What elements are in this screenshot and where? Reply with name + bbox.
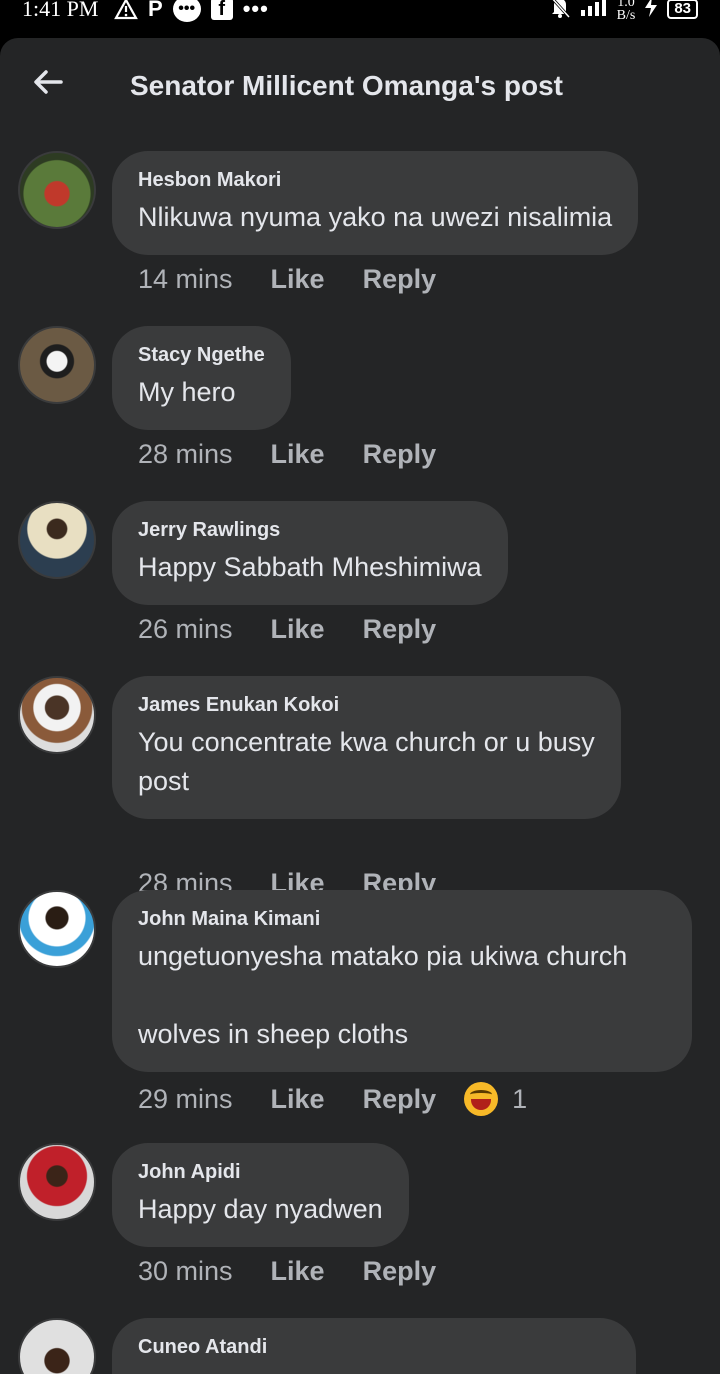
system-icons: 1.0 B/s 83 xyxy=(549,0,698,24)
status-time: 1:41 PM xyxy=(22,0,99,21)
p-app-icon: P xyxy=(148,0,163,21)
warning-icon xyxy=(114,0,138,20)
avatar[interactable] xyxy=(18,1143,96,1221)
comment-time[interactable]: 14 mins xyxy=(138,264,233,295)
comment-actions: 26 mins Like Reply xyxy=(138,614,436,645)
avatar[interactable] xyxy=(18,501,96,579)
avatar[interactable] xyxy=(18,151,96,229)
reply-button[interactable]: Reply xyxy=(363,439,437,470)
network-speed: 1.0 B/s xyxy=(616,0,636,23)
comment-bubble[interactable]: John Maina Kimani ungetuonyesha matako p… xyxy=(112,890,692,1072)
signal-icon xyxy=(579,0,609,23)
comment-text: Nlikuwa nyuma yako na uwezi nisalimia xyxy=(138,202,613,232)
battery-level: 83 xyxy=(667,0,698,19)
reaction-count: 1 xyxy=(512,1083,528,1114)
comment-author[interactable]: Hesbon Makori xyxy=(138,169,612,192)
charging-icon xyxy=(643,0,659,23)
comment-author[interactable]: Jerry Rawlings xyxy=(138,519,482,542)
comment-text: ungetuonyesha matako pia ukiwa church wo… xyxy=(138,941,628,1049)
avatar[interactable] xyxy=(18,890,96,968)
reply-button[interactable]: Reply xyxy=(363,264,437,295)
comment-text: My hero xyxy=(138,377,236,407)
reply-button[interactable]: Reply xyxy=(363,1256,437,1287)
comment-author[interactable]: James Enukan Kokoi xyxy=(138,694,595,717)
comment-bubble[interactable]: Cuneo Atandi xyxy=(112,1318,636,1374)
reply-button[interactable]: Reply xyxy=(363,1084,437,1115)
comment-bubble[interactable]: James Enukan Kokoi You concentrate kwa c… xyxy=(112,676,621,819)
haha-emoji-icon xyxy=(464,1082,499,1116)
comment-author[interactable]: John Apidi xyxy=(138,1161,383,1184)
arrow-left-icon[interactable] xyxy=(26,62,70,102)
like-button[interactable]: Like xyxy=(271,1256,325,1287)
comment-author[interactable]: Stacy Ngethe xyxy=(138,344,265,367)
avatar[interactable] xyxy=(18,1318,96,1374)
like-button[interactable]: Like xyxy=(271,614,325,645)
reaction-summary[interactable]: 1 xyxy=(464,1082,527,1116)
comment-time[interactable]: 26 mins xyxy=(138,614,233,645)
comment-time[interactable]: 29 mins xyxy=(138,1084,233,1115)
more-notifications-icon: ••• xyxy=(242,0,269,21)
status-bar: 1:41 PM P ••• f ••• 1.0 B/s 83 xyxy=(0,0,720,34)
facebook-icon: f xyxy=(210,0,233,20)
avatar[interactable] xyxy=(18,676,96,754)
like-button[interactable]: Like xyxy=(271,264,325,295)
comment-text: Happy Sabbath Mheshimiwa xyxy=(138,552,482,582)
avatar[interactable] xyxy=(18,326,96,404)
comment-time[interactable]: 30 mins xyxy=(138,1256,233,1287)
mute-bell-icon xyxy=(549,0,571,24)
comment-actions: 28 mins Like Reply xyxy=(138,439,436,470)
comment-actions: 30 mins Like Reply xyxy=(138,1256,436,1287)
comment-actions: 14 mins Like Reply xyxy=(138,264,436,295)
header: Senator Millicent Omanga's post xyxy=(0,38,720,138)
comment-text: Happy day nyadwen xyxy=(138,1194,383,1224)
comment-bubble[interactable]: Jerry Rawlings Happy Sabbath Mheshimiwa xyxy=(112,501,508,605)
comment-bubble[interactable]: Stacy Ngethe My hero xyxy=(112,326,291,430)
page-title: Senator Millicent Omanga's post xyxy=(130,70,563,101)
messenger-icon: ••• xyxy=(172,0,201,22)
comment-author[interactable]: Cuneo Atandi xyxy=(138,1336,610,1359)
notification-icons: P ••• f ••• xyxy=(114,0,269,24)
comments-sheet: Senator Millicent Omanga's post Hesbon M… xyxy=(0,38,720,1374)
comment-actions: 29 mins Like Reply 1 xyxy=(138,1082,527,1116)
comment-bubble[interactable]: John Apidi Happy day nyadwen xyxy=(112,1143,409,1247)
like-button[interactable]: Like xyxy=(271,1084,325,1115)
network-speed-unit: B/s xyxy=(616,8,636,23)
comment-bubble[interactable]: Hesbon Makori Nlikuwa nyuma yako na uwez… xyxy=(112,151,639,255)
like-button[interactable]: Like xyxy=(271,439,325,470)
reply-button[interactable]: Reply xyxy=(363,614,437,645)
comment-author[interactable]: John Maina Kimani xyxy=(138,908,666,931)
comment-time[interactable]: 28 mins xyxy=(138,439,233,470)
comment-text: You concentrate kwa church or u busy pos… xyxy=(138,727,595,796)
